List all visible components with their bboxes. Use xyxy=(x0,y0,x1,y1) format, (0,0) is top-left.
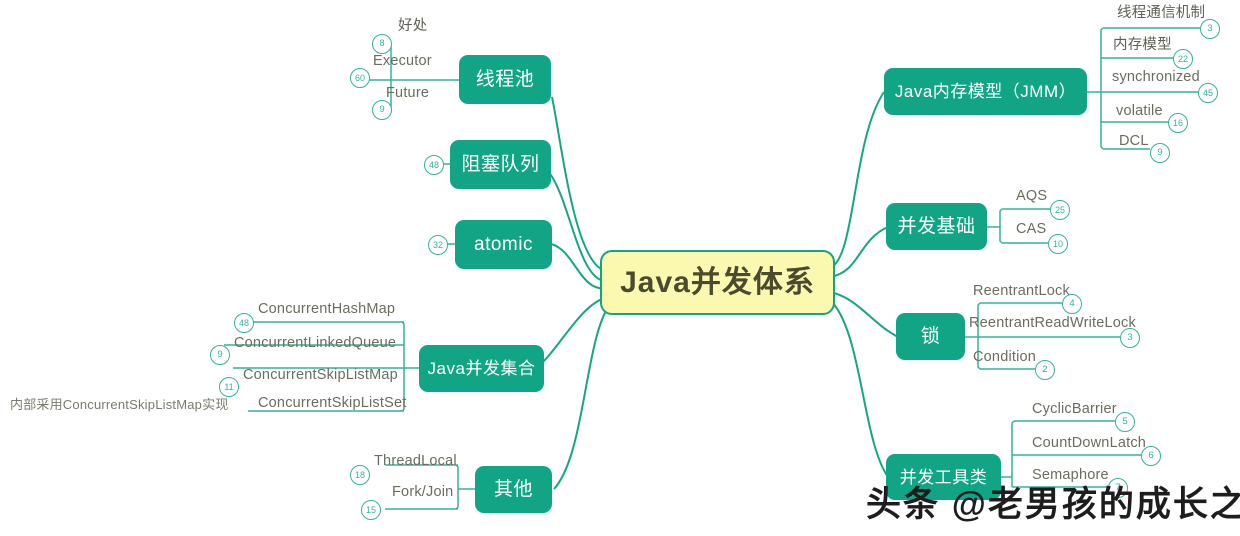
badge-concurrentlinkedqueue: 9 xyxy=(210,345,230,365)
mindmap-canvas: Java并发体系 线程池 阻塞队列 atomic Java并发集合 其他 Jav… xyxy=(0,0,1240,536)
leaf-label-countdownlatch[interactable]: CountDownLatch xyxy=(1032,436,1146,451)
leaf-label-dcl[interactable]: DCL xyxy=(1119,134,1149,149)
leaf-label-executor[interactable]: Executor xyxy=(373,54,432,69)
badge-condition: 2 xyxy=(1035,360,1055,380)
leaf-label-cyclicbarrier[interactable]: CyclicBarrier xyxy=(1032,402,1117,417)
leaf-label-cas[interactable]: CAS xyxy=(1016,222,1046,237)
branch-node-atomic[interactable]: atomic xyxy=(455,220,552,269)
badge-future: 9 xyxy=(372,100,392,120)
badge-benefits: 8 xyxy=(372,34,392,54)
badge-blocking-queue: 48 xyxy=(424,155,444,175)
leaf-label-reentrantreadwritelock[interactable]: ReentrantReadWriteLock xyxy=(969,316,1136,331)
watermark-text: 头条 @老男孩的成长之路 xyxy=(866,485,1240,524)
leaf-label-aqs[interactable]: AQS xyxy=(1016,189,1047,204)
leaf-label-semaphore[interactable]: Semaphore xyxy=(1032,468,1109,483)
badge-reentrantlock: 4 xyxy=(1062,294,1082,314)
badge-cas: 10 xyxy=(1048,234,1068,254)
badge-thread-communication: 3 xyxy=(1200,19,1220,39)
leaf-label-concurrenthashmap[interactable]: ConcurrentHashMap xyxy=(258,302,395,317)
annotation-concurrentskiplistset: 内部采用ConcurrentSkipListMap实现 xyxy=(10,397,229,412)
badge-atomic: 32 xyxy=(428,235,448,255)
badge-concurrenthashmap: 48 xyxy=(234,313,254,333)
leaf-label-benefits[interactable]: 好处 xyxy=(398,19,427,34)
leaf-label-forkjoin[interactable]: Fork/Join xyxy=(392,485,453,500)
root-node[interactable]: Java并发体系 xyxy=(600,250,835,315)
badge-forkjoin: 15 xyxy=(361,500,381,520)
badge-synchronized: 45 xyxy=(1198,83,1218,103)
branch-node-thread-pool[interactable]: 线程池 xyxy=(459,55,551,104)
branch-node-concurrency-basics[interactable]: 并发基础 xyxy=(886,203,987,250)
leaf-label-thread-communication[interactable]: 线程通信机制 xyxy=(1117,6,1205,21)
badge-executor: 60 xyxy=(350,68,370,88)
leaf-label-memory-model[interactable]: 内存模型 xyxy=(1113,38,1172,53)
branch-node-blocking-queue[interactable]: 阻塞队列 xyxy=(450,140,551,189)
leaf-label-reentrantlock[interactable]: ReentrantLock xyxy=(973,284,1070,299)
leaf-label-condition[interactable]: Condition xyxy=(973,350,1036,365)
leaf-label-concurrentskiplistmap[interactable]: ConcurrentSkipListMap xyxy=(243,368,398,383)
branch-node-locks[interactable]: 锁 xyxy=(896,313,965,360)
leaf-label-threadlocal[interactable]: ThreadLocal xyxy=(374,454,457,469)
leaf-label-synchronized[interactable]: synchronized xyxy=(1112,70,1200,85)
badge-countdownlatch: 6 xyxy=(1141,446,1161,466)
badge-aqs: 25 xyxy=(1050,200,1070,220)
badge-threadlocal: 18 xyxy=(350,465,370,485)
branch-node-other[interactable]: 其他 xyxy=(475,466,552,513)
leaf-label-volatile[interactable]: volatile xyxy=(1116,104,1163,119)
leaf-label-concurrentlinkedqueue[interactable]: ConcurrentLinkedQueue xyxy=(234,336,396,351)
badge-cyclicbarrier: 5 xyxy=(1115,412,1135,432)
badge-volatile: 16 xyxy=(1168,113,1188,133)
leaf-label-concurrentskiplistset[interactable]: ConcurrentSkipListSet xyxy=(258,396,406,411)
branch-node-jmm[interactable]: Java内存模型（JMM） xyxy=(884,68,1087,115)
badge-memory-model: 22 xyxy=(1173,49,1193,69)
badge-reentrantreadwritelock: 3 xyxy=(1120,328,1140,348)
badge-concurrentskiplistmap: 11 xyxy=(219,377,239,397)
branch-node-java-concurrent-collections[interactable]: Java并发集合 xyxy=(419,345,544,392)
leaf-label-future[interactable]: Future xyxy=(386,86,429,101)
badge-dcl: 9 xyxy=(1150,143,1170,163)
